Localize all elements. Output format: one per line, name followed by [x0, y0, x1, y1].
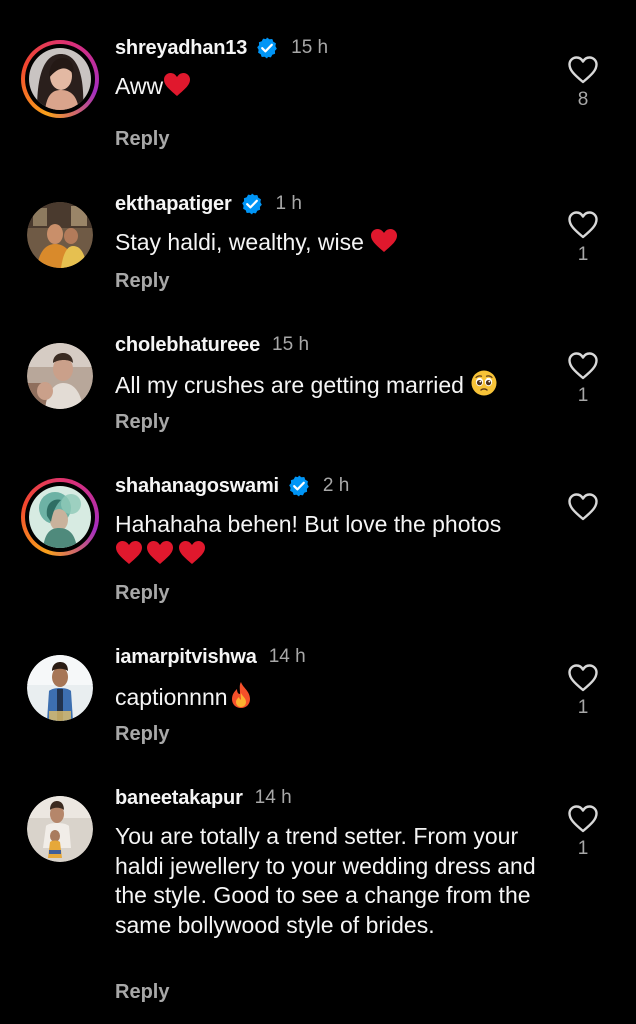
- comment-text: Aww: [115, 72, 555, 102]
- heart-outline-icon[interactable]: [567, 492, 599, 522]
- comment-timestamp: 14 h: [254, 787, 292, 808]
- comment-text: Hahahaha behen! But love the photos: [115, 510, 555, 569]
- verified-badge-icon: [257, 37, 277, 59]
- reply-button[interactable]: Reply: [115, 723, 169, 746]
- avatar-story-ring[interactable]: [21, 40, 99, 118]
- fire-emoji-icon: [231, 682, 250, 708]
- comment-timestamp: 15 h: [291, 37, 329, 58]
- comment-timestamp: 2 h: [322, 475, 350, 496]
- reply-button[interactable]: Reply: [115, 270, 169, 293]
- like-count: 1: [577, 838, 589, 859]
- comment-username[interactable]: ekthapatiger: [115, 193, 232, 216]
- avatar[interactable]: [27, 796, 93, 862]
- red-heart-emoji-icon: [371, 229, 398, 252]
- like-count: 1: [577, 244, 589, 265]
- comment-text: captionnnn: [115, 681, 555, 713]
- avatar[interactable]: [27, 202, 93, 268]
- comment-username[interactable]: cholebhatureee: [115, 334, 260, 357]
- comment-text: All my crushes are getting married: [115, 369, 555, 401]
- comment-timestamp: 15 h: [272, 334, 310, 355]
- red-heart-emoji-icon: [164, 73, 191, 96]
- avatar[interactable]: [29, 48, 91, 110]
- comment-timestamp: 1 h: [275, 193, 302, 214]
- red-heart-emoji-icon: [116, 540, 142, 564]
- verified-badge-icon: [289, 475, 309, 497]
- comment-username[interactable]: shreyadhan13: [115, 37, 247, 60]
- avatar[interactable]: [27, 655, 93, 721]
- verified-badge-icon: [241, 193, 262, 215]
- heart-outline-icon[interactable]: [567, 55, 599, 85]
- heart-outline-icon[interactable]: [567, 210, 599, 240]
- comment-username[interactable]: shahanagoswami: [115, 475, 279, 498]
- like-count: 1: [577, 697, 589, 718]
- like-count: 8: [577, 89, 589, 110]
- pleading-face-emoji-icon: [471, 370, 497, 396]
- avatar-story-ring[interactable]: [21, 478, 99, 556]
- heart-outline-icon[interactable]: [567, 351, 599, 381]
- heart-outline-icon[interactable]: [567, 663, 599, 693]
- heart-outline-icon[interactable]: [567, 804, 599, 834]
- red-heart-emoji-icon: [147, 540, 173, 564]
- reply-button[interactable]: Reply: [115, 981, 169, 1004]
- reply-button[interactable]: Reply: [115, 128, 169, 151]
- reply-button[interactable]: Reply: [115, 411, 169, 434]
- comment-timestamp: 14 h: [268, 646, 306, 667]
- avatar[interactable]: [29, 486, 91, 548]
- avatar[interactable]: [27, 343, 93, 409]
- comment-text: Stay haldi, wealthy, wise: [115, 228, 555, 258]
- comment-username[interactable]: baneetakapur: [115, 787, 243, 810]
- reply-button[interactable]: Reply: [115, 582, 169, 605]
- comment-text: You are totally a trend setter. From you…: [115, 823, 543, 938]
- comment-username[interactable]: iamarpitvishwa: [115, 646, 257, 669]
- like-count: 1: [577, 385, 589, 406]
- red-heart-emoji-icon: [179, 540, 205, 564]
